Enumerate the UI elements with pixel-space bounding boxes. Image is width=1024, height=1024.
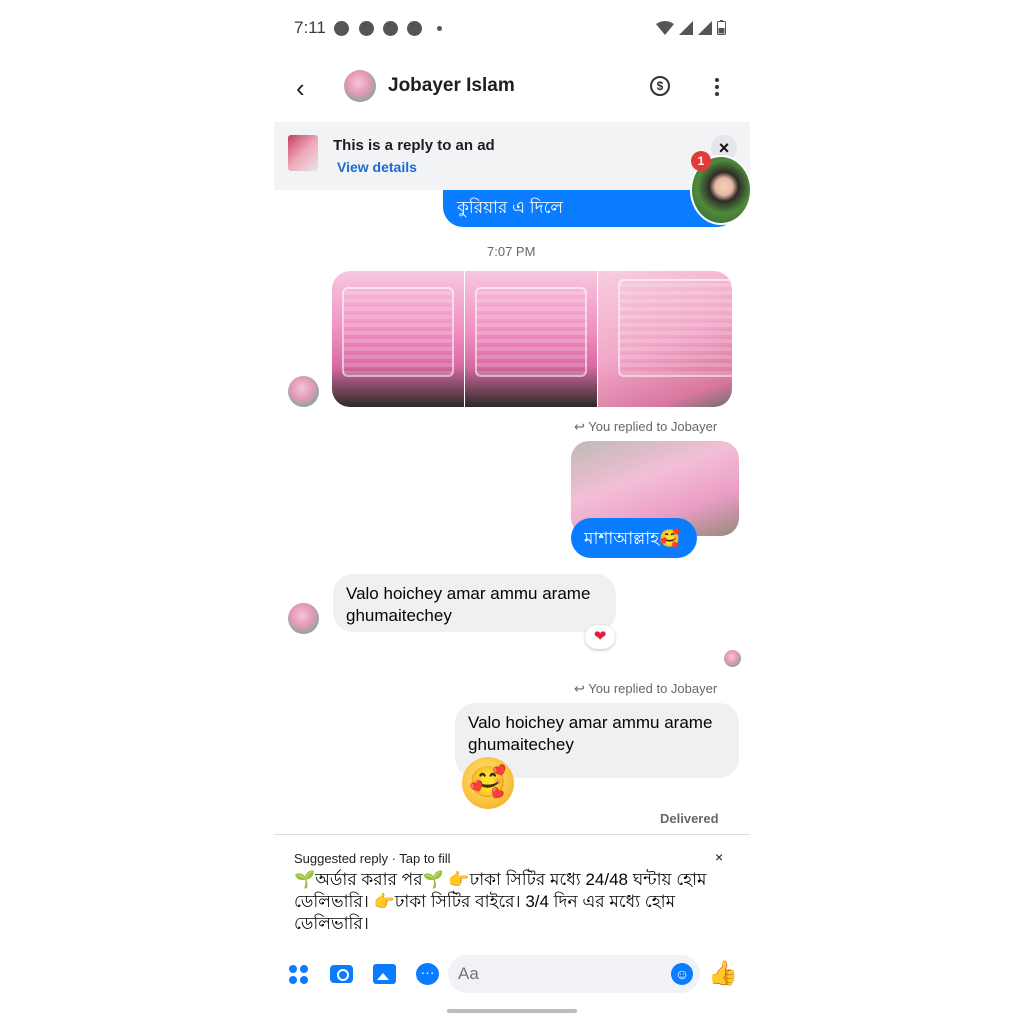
close-suggestion-icon[interactable]: × [715, 849, 723, 865]
reply-note-text: You replied to Jobayer [588, 681, 718, 696]
thumbs-up-icon[interactable]: 👍 [708, 959, 738, 988]
messenger-notification-icon [334, 21, 349, 36]
home-indicator[interactable] [447, 1009, 577, 1013]
incoming-photo[interactable] [598, 271, 736, 407]
timestamp: 7:07 PM [487, 244, 536, 259]
contact-name[interactable]: Jobayer Islam [388, 75, 515, 97]
contact-avatar[interactable] [344, 70, 376, 102]
suggested-reply-text[interactable]: 🌱অর্ডার করার পর🌱 👉ঢাকা সিটির মধ্যে 24/48… [294, 869, 744, 935]
delivery-status: Delivered [660, 811, 719, 826]
signal-icon [698, 20, 712, 35]
messenger-notification-icon [383, 21, 398, 36]
emoji-message[interactable]: 🥰 [462, 757, 514, 809]
incoming-photo[interactable] [465, 271, 597, 407]
heart-reaction-icon[interactable]: ❤ [585, 625, 615, 649]
sender-avatar[interactable] [288, 376, 319, 407]
chat-bubble-icon[interactable]: ··· [416, 963, 439, 985]
ad-banner-title: This is a reply to an ad [333, 137, 495, 154]
emoji-picker-icon[interactable]: ☺ [671, 963, 693, 985]
signal-icon [679, 20, 693, 35]
reply-note-text: You replied to Jobayer [588, 419, 718, 434]
seen-indicator-avatar [724, 650, 741, 667]
wifi-icon [656, 20, 674, 35]
outgoing-message[interactable]: মাশাআল্লাহ🥰 [571, 518, 697, 558]
apps-grid-icon[interactable] [288, 964, 310, 986]
more-options-icon[interactable] [715, 78, 720, 99]
ad-thumbnail[interactable] [288, 135, 318, 171]
messenger-notification-icon [407, 21, 422, 36]
message-input[interactable] [458, 961, 658, 987]
divider [274, 834, 750, 835]
payment-dollar-icon[interactable]: $ [650, 76, 670, 96]
reply-arrow-icon: ↩ [574, 681, 589, 696]
reply-note: ↩ You replied to Jobayer [574, 419, 717, 435]
reply-arrow-icon: ↩ [574, 419, 589, 434]
unread-badge: 1 [691, 151, 711, 171]
incoming-photo[interactable] [332, 271, 464, 407]
view-details-link[interactable]: View details [337, 159, 417, 175]
suggested-reply-label: Suggested reply · Tap to fill [294, 851, 451, 866]
more-notifications-dot-icon [437, 26, 442, 31]
sender-avatar[interactable] [288, 603, 319, 634]
incoming-message[interactable]: Valo hoichey amar ammu arame ghumaiteche… [333, 574, 616, 632]
messenger-notification-icon [359, 21, 374, 36]
battery-icon [717, 20, 726, 35]
ad-reply-banner [274, 122, 750, 190]
status-time: 7:11 [294, 18, 326, 37]
camera-icon[interactable] [330, 965, 353, 983]
back-arrow-icon[interactable]: ‹ [296, 73, 305, 104]
system-status-icons [656, 20, 726, 35]
gallery-icon[interactable] [373, 964, 396, 984]
message-input-container[interactable] [448, 955, 700, 993]
reply-note: ↩ You replied to Jobayer [574, 681, 717, 697]
